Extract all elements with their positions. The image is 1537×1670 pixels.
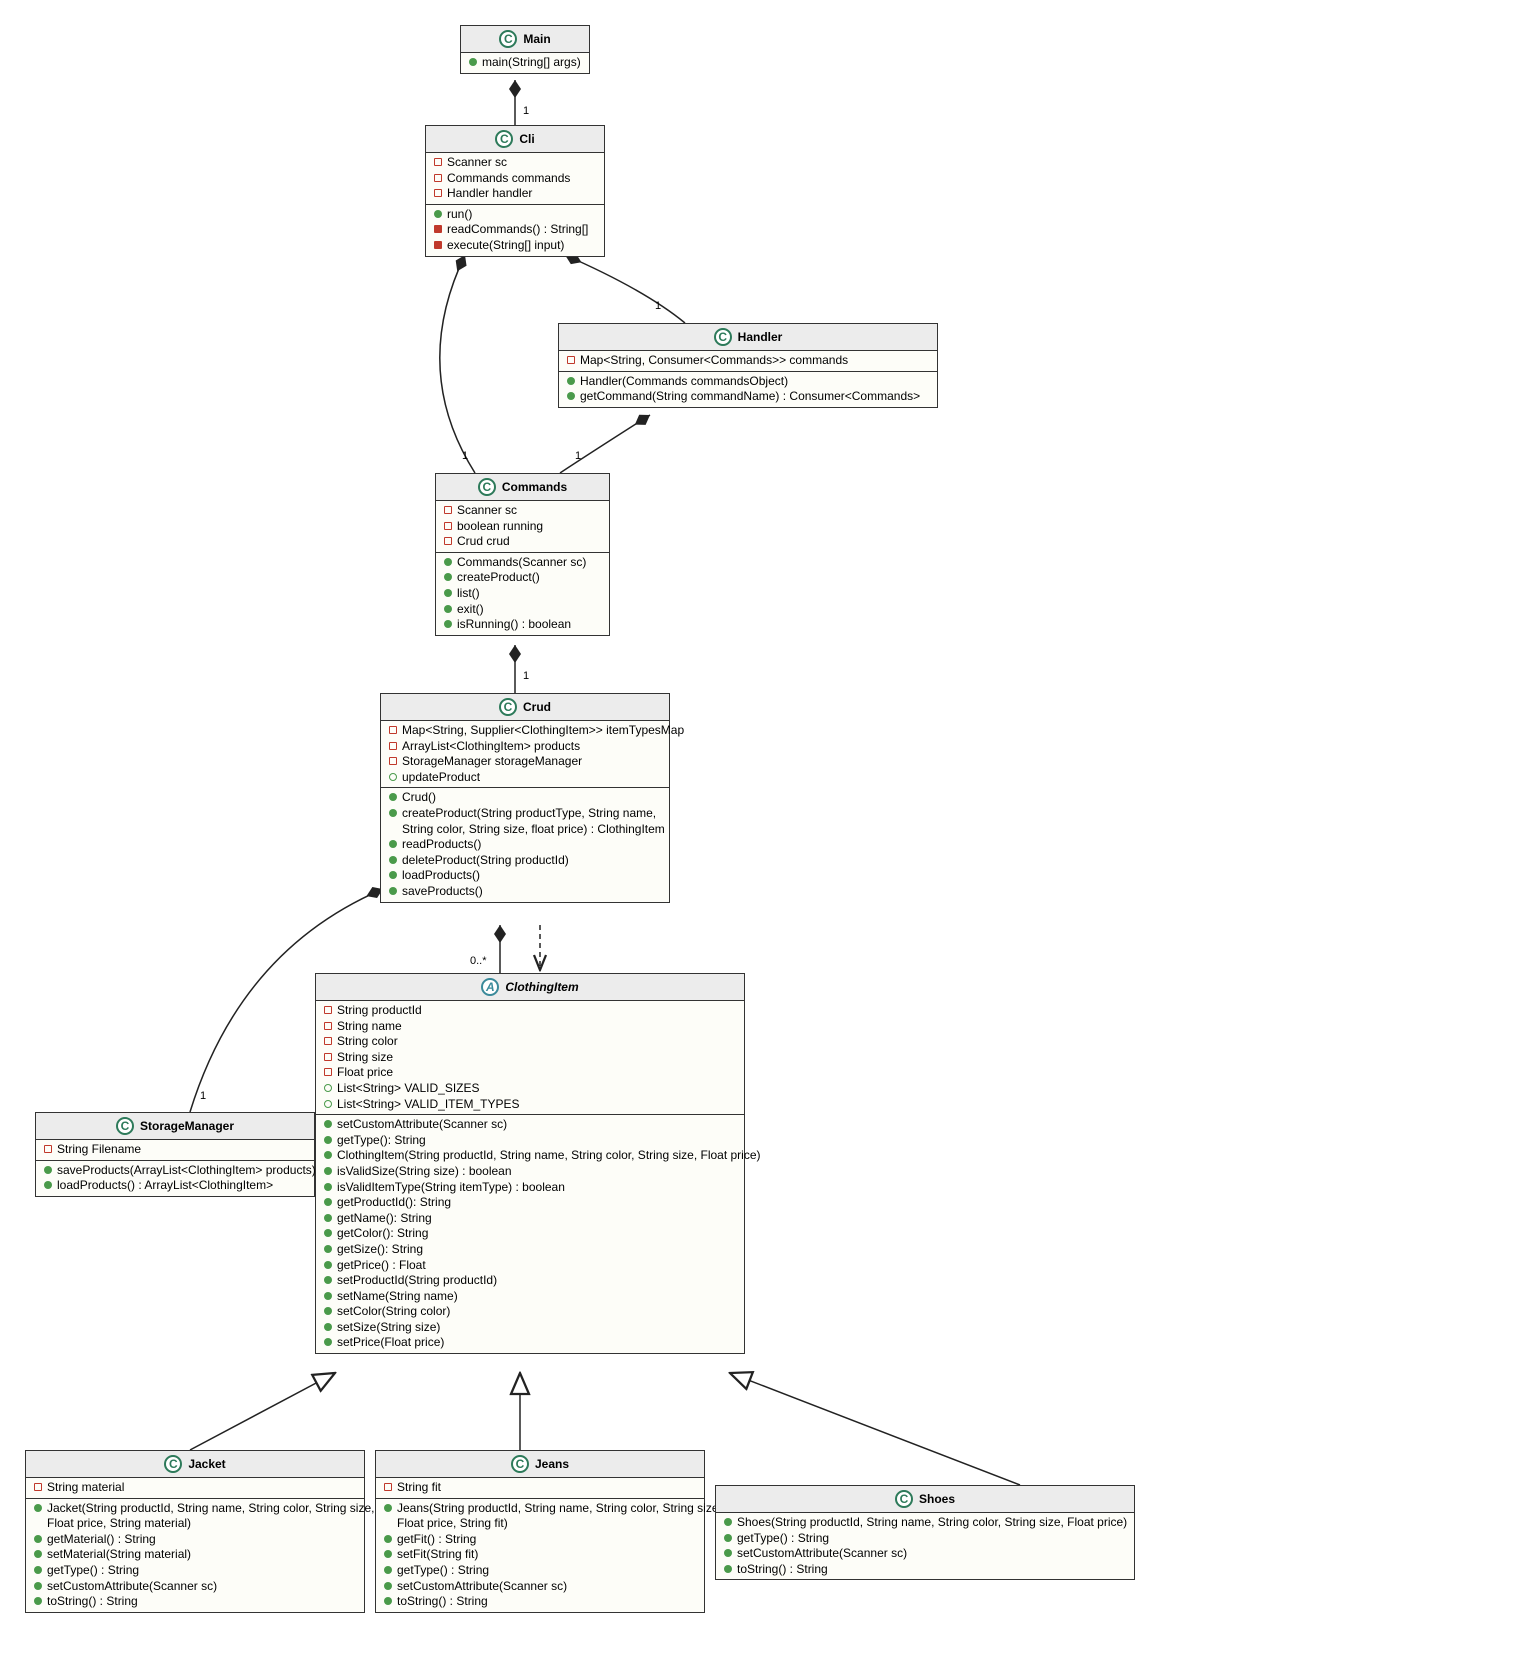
class-icon: C	[895, 1490, 913, 1508]
class-name: Shoes	[919, 1492, 955, 1506]
class-icon: C	[714, 328, 732, 346]
class-icon: C	[164, 1455, 182, 1473]
class-name: Handler	[738, 330, 783, 344]
class-name: StorageManager	[140, 1119, 234, 1133]
mult-commands-crud: 1	[523, 670, 529, 682]
mult-cli-commands: 1	[462, 450, 468, 462]
class-icon: C	[511, 1455, 529, 1473]
mult-crud-clothing: 0..*	[470, 955, 487, 967]
class-icon: C	[495, 130, 513, 148]
class-handler: CHandler Map<String, Consumer<Commands>>…	[558, 323, 938, 408]
class-header: C Main	[461, 26, 589, 53]
class-storagemanager: CStorageManager String Filename saveProd…	[35, 1112, 315, 1197]
class-crud: CCrud Map<String, Supplier<ClothingItem>…	[380, 693, 670, 903]
abstract-icon: A	[481, 978, 499, 996]
class-icon: C	[478, 478, 496, 496]
method: main(String[] args)	[469, 55, 581, 71]
class-icon: C	[499, 30, 517, 48]
class-icon: C	[499, 698, 517, 716]
class-name: Jeans	[535, 1457, 569, 1471]
class-cli: C Cli Scanner sc Commands commands Handle…	[425, 125, 605, 257]
fields: Scanner sc Commands commands Handler han…	[426, 153, 604, 205]
uml-class-diagram: 1 1 1 1 1 1 0..* C Main main(String[] ar…	[20, 20, 1517, 1650]
class-icon: C	[116, 1117, 134, 1135]
class-jeans: CJeans String fit Jeans(String productId…	[375, 1450, 705, 1613]
class-jacket: CJacket String material Jacket(String pr…	[25, 1450, 365, 1613]
class-name: Commands	[502, 480, 567, 494]
class-main: C Main main(String[] args)	[460, 25, 590, 74]
class-name: Jacket	[188, 1457, 225, 1471]
class-shoes: CShoes Shoes(String productId, String na…	[715, 1485, 1135, 1580]
class-name: ClothingItem	[505, 980, 578, 994]
mult-crud-storage: 1	[200, 1090, 206, 1102]
class-name: Cli	[519, 132, 534, 146]
class-name: Crud	[523, 700, 551, 714]
methods: main(String[] args)	[461, 53, 589, 73]
class-name: Main	[523, 32, 550, 46]
connectors-svg	[20, 20, 1517, 1650]
class-clothingitem: AClothingItem String productId String na…	[315, 973, 745, 1354]
mult-main-cli: 1	[523, 105, 529, 117]
mult-cli-handler: 1	[655, 300, 661, 312]
methods: run() readCommands() : String[] execute(…	[426, 205, 604, 256]
mult-handler-commands: 1	[575, 450, 581, 462]
class-commands: CCommands Scanner sc boolean running Cru…	[435, 473, 610, 636]
